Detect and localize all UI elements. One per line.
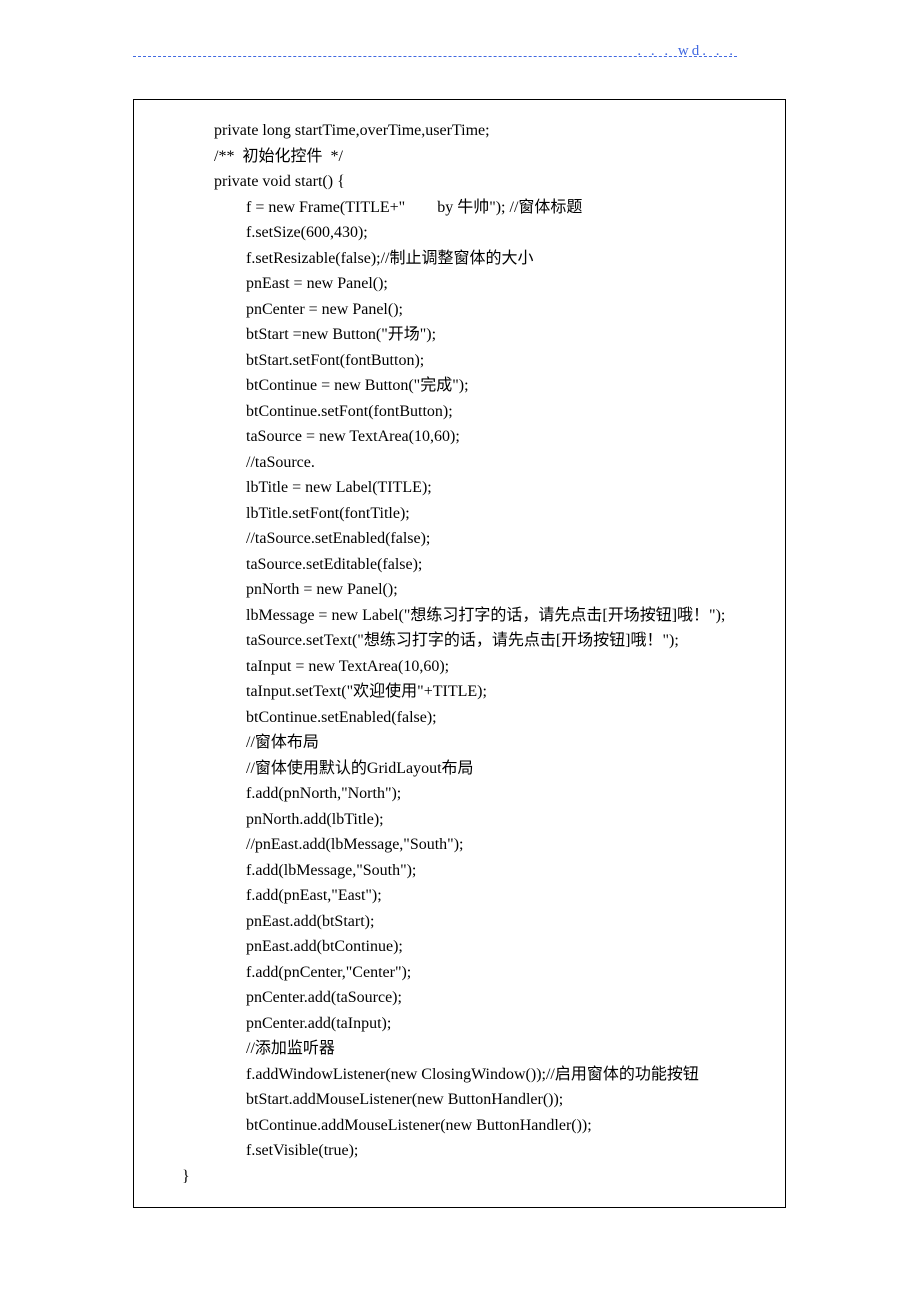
code-line: pnCenter.add(taSource); xyxy=(182,985,775,1011)
code-line: f.setSize(600,430); xyxy=(182,220,775,246)
code-line: f.add(pnCenter,"Center"); xyxy=(182,960,775,986)
code-line: f = new Frame(TITLE+" by 牛帅"); //窗体标题 xyxy=(182,195,775,221)
code-content: private long startTime,overTime,userTime… xyxy=(182,118,775,1189)
code-line: taSource.setEditable(false); xyxy=(182,552,775,578)
code-line: private long startTime,overTime,userTime… xyxy=(182,118,775,144)
code-line: f.addWindowListener(new ClosingWindow())… xyxy=(182,1062,775,1088)
code-line: btContinue = new Button("完成"); xyxy=(182,373,775,399)
code-line: f.add(pnNorth,"North"); xyxy=(182,781,775,807)
code-line: btStart.setFont(fontButton); xyxy=(182,348,775,374)
code-line: /** 初始化控件 */ xyxy=(182,144,775,170)
code-line: btContinue.setFont(fontButton); xyxy=(182,399,775,425)
code-line: f.setVisible(true); xyxy=(182,1138,775,1164)
code-line: lbMessage = new Label("想练习打字的话，请先点击[开场按钮… xyxy=(182,603,775,629)
code-line: f.add(lbMessage,"South"); xyxy=(182,858,775,884)
code-line: private void start() { xyxy=(182,169,775,195)
code-line: f.add(pnEast,"East"); xyxy=(182,883,775,909)
code-line: pnNorth.add(lbTitle); xyxy=(182,807,775,833)
code-line: //添加监听器 xyxy=(182,1036,775,1062)
code-line: taInput = new TextArea(10,60); xyxy=(182,654,775,680)
code-line: f.setResizable(false);//制止调整窗体的大小 xyxy=(182,246,775,272)
code-line: //taSource.setEnabled(false); xyxy=(182,526,775,552)
code-line: //窗体使用默认的GridLayout布局 xyxy=(182,756,775,782)
header-watermark: . . . wd. . . xyxy=(637,43,736,60)
code-line: pnEast = new Panel(); xyxy=(182,271,775,297)
code-line: btContinue.setEnabled(false); xyxy=(182,705,775,731)
code-line: btContinue.addMouseListener(new ButtonHa… xyxy=(182,1113,775,1139)
code-line: lbTitle = new Label(TITLE); xyxy=(182,475,775,501)
code-line: btStart.addMouseListener(new ButtonHandl… xyxy=(182,1087,775,1113)
code-line: //taSource. xyxy=(182,450,775,476)
code-container: private long startTime,overTime,userTime… xyxy=(133,99,786,1208)
code-line: //pnEast.add(lbMessage,"South"); xyxy=(182,832,775,858)
code-line: pnEast.add(btContinue); xyxy=(182,934,775,960)
code-line: } xyxy=(182,1164,775,1190)
code-line: taSource.setText("想练习打字的话，请先点击[开场按钮]哦！")… xyxy=(182,628,775,654)
code-line: pnCenter = new Panel(); xyxy=(182,297,775,323)
code-line: pnCenter.add(taInput); xyxy=(182,1011,775,1037)
code-line: btStart =new Button("开场"); xyxy=(182,322,775,348)
code-line: lbTitle.setFont(fontTitle); xyxy=(182,501,775,527)
code-line: //窗体布局 xyxy=(182,730,775,756)
code-line: pnEast.add(btStart); xyxy=(182,909,775,935)
code-line: taInput.setText("欢迎使用"+TITLE); xyxy=(182,679,775,705)
code-line: taSource = new TextArea(10,60); xyxy=(182,424,775,450)
code-line: pnNorth = new Panel(); xyxy=(182,577,775,603)
